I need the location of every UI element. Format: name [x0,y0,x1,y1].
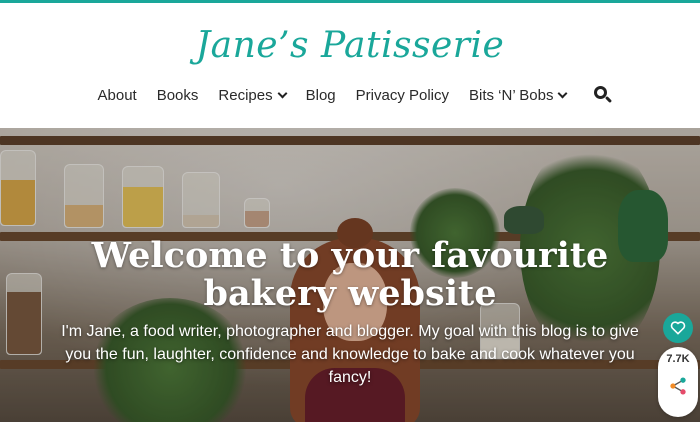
nav-item-bits-n-bobs[interactable]: Bits ‘N’ Bobs [469,86,568,104]
nav-label: Privacy Policy [355,86,449,104]
nav-label: About [97,86,137,104]
nav-item-books[interactable]: Books [157,87,199,104]
site-header: Jane’s Patisserie About Books Recipes Bl… [0,3,700,128]
site-logo[interactable]: Jane’s Patisserie [0,25,700,66]
share-icon[interactable] [665,373,691,399]
hero-intro-text: I'm Jane, a food writer, photographer an… [61,323,639,386]
nav-item-blog[interactable]: Blog [306,87,336,104]
nav-label: Bits ‘N’ Bobs [469,86,554,104]
chevron-down-icon [277,88,288,98]
nav-item-about[interactable]: About [98,87,137,104]
hero-banner: Welcome to your favourite bakery website… [0,128,700,422]
nav-label: Recipes [218,86,273,104]
hero-title: Welcome to your favourite bakery website [0,237,700,313]
main-nav: About Books Recipes Blog Privacy Policy … [0,86,700,104]
nav-item-privacy-policy[interactable]: Privacy Policy [356,87,449,104]
share-widget: 7.7K [658,313,698,417]
hero-title-line-2: bakery website [203,273,497,314]
nav-item-recipes[interactable]: Recipes [218,86,288,104]
hero-title-line-1: Welcome to your favourite [91,235,609,276]
search-icon[interactable] [594,86,613,104]
nav-label: Books [156,86,199,104]
share-count: 7.7K [666,353,690,365]
nav-label: Blog [305,86,336,104]
chevron-down-icon [558,88,568,98]
heart-icon[interactable] [663,313,693,343]
share-count-box: 7.7K [658,347,698,417]
